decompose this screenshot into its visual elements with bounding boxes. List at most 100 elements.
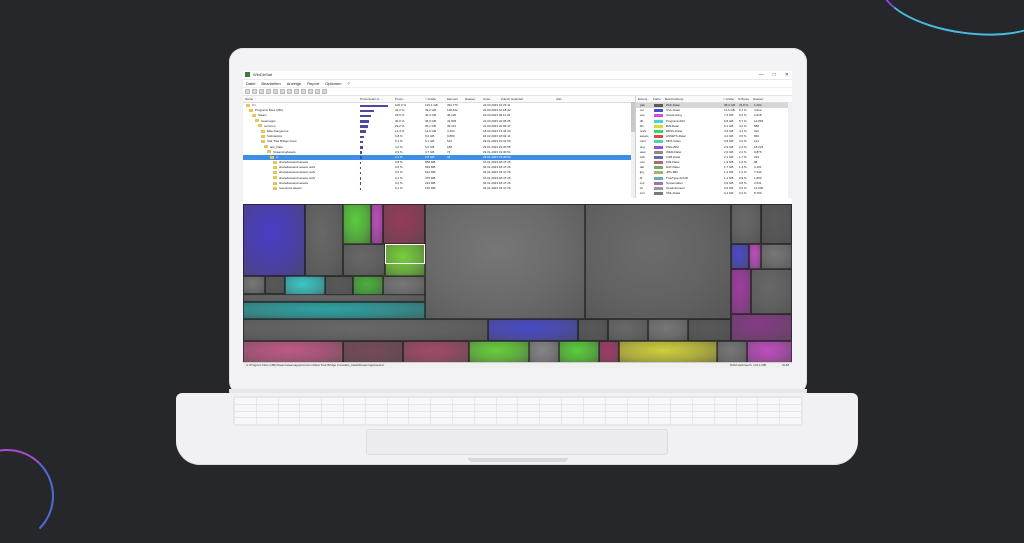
- close-button[interactable]: ✕: [785, 71, 789, 79]
- treemap-tile[interactable]: [343, 244, 385, 276]
- col-pct-bytes[interactable]: % Bytes: [736, 96, 751, 102]
- col-pct[interactable]: Proze...: [393, 96, 423, 102]
- treemap-tile[interactable]: [353, 276, 383, 296]
- treemap-tile[interactable]: [343, 204, 371, 244]
- treemap-tile[interactable]: [559, 341, 599, 364]
- col-modified[interactable]: Zuletzt Geändert: [499, 96, 554, 102]
- treemap-tile[interactable]: [747, 341, 792, 364]
- treemap-tile[interactable]: [243, 341, 343, 364]
- minimize-button[interactable]: —: [759, 71, 764, 79]
- ext-row[interactable]: .xml XML-Datei 0,4 GB 0,3 % 8.790: [636, 191, 792, 196]
- refresh-all-button[interactable]: [259, 89, 264, 94]
- menu-help[interactable]: ?: [347, 80, 349, 87]
- col-attributes[interactable]: Attri...: [554, 96, 574, 102]
- keyboard-key: [453, 404, 474, 411]
- copy-path-button[interactable]: [266, 89, 271, 94]
- treemap-tile[interactable]: [243, 294, 425, 302]
- laptop-trackpad: [366, 429, 668, 455]
- folder-icon: [264, 145, 268, 149]
- open-drive-button[interactable]: [245, 89, 250, 94]
- col-color[interactable]: Farbe: [651, 96, 663, 102]
- menu-anzeige[interactable]: Anzeige: [287, 80, 301, 87]
- zoom-out-button[interactable]: [315, 89, 320, 94]
- treemap-tile[interactable]: [305, 204, 343, 276]
- treemap-tile[interactable]: [343, 341, 403, 364]
- properties-button[interactable]: [301, 89, 306, 94]
- treemap-tile[interactable]: [751, 269, 792, 314]
- keyboard-key: [387, 411, 409, 418]
- folder-icon: [255, 119, 259, 123]
- treemap-tile[interactable]: [529, 341, 559, 364]
- treemap-tile[interactable]: [403, 341, 469, 364]
- treemap-tile[interactable]: [585, 204, 731, 319]
- treemap-tile[interactable]: [285, 276, 325, 296]
- treemap-tile[interactable]: [243, 276, 265, 294]
- folder-icon: [273, 186, 277, 190]
- treemap-tile[interactable]: [731, 314, 792, 341]
- keyboard-key: [562, 398, 583, 404]
- treemap-tile[interactable]: [469, 341, 529, 364]
- menu-report[interactable]: Report: [307, 80, 319, 87]
- treemap-tile[interactable]: [265, 276, 285, 294]
- menu-datei[interactable]: Datei: [246, 80, 255, 87]
- explorer-button[interactable]: [273, 89, 278, 94]
- col-name[interactable]: Name: [243, 96, 358, 102]
- treemap-tile[interactable]: [761, 244, 792, 269]
- ext-row-description: XML-Datei: [666, 191, 681, 196]
- statusbar: C:\Program Files (x86)\Steam\steamapps\c…: [243, 362, 792, 368]
- treemap-tile[interactable]: [425, 204, 585, 319]
- status-ram: RAM-Verbrauch: 142,1 MB: [730, 363, 766, 367]
- col-extension[interactable]: Extens...: [636, 96, 651, 102]
- menu-bearbeiten[interactable]: Bearbeiten: [261, 80, 280, 87]
- treemap-tile[interactable]: [619, 341, 717, 364]
- treemap-tile[interactable]: [371, 204, 383, 244]
- col-bytes[interactable]: > Größe: [721, 96, 736, 102]
- treemap-tile[interactable]: [717, 341, 747, 364]
- treemap-tile[interactable]: [688, 319, 731, 341]
- refresh-button[interactable]: [252, 89, 257, 94]
- col-ext-files[interactable]: Dateien: [751, 96, 771, 102]
- treemap-selection-highlight: [385, 244, 425, 264]
- recycle-button[interactable]: [287, 89, 292, 94]
- maximize-button[interactable]: □: [773, 71, 776, 79]
- cmd-button[interactable]: [280, 89, 285, 94]
- treemap-tile[interactable]: [243, 204, 305, 276]
- treemap-tile[interactable]: [599, 341, 619, 364]
- ext-scrollbar[interactable]: [788, 102, 792, 198]
- treemap-tile[interactable]: [761, 204, 792, 244]
- tree-scroll-thumb[interactable]: [631, 102, 635, 132]
- treemap-tile[interactable]: [749, 244, 761, 269]
- treemap-tile[interactable]: [731, 269, 751, 314]
- treemap-tile[interactable]: [488, 319, 578, 341]
- col-files[interactable]: Dateien: [463, 96, 481, 102]
- treemap-tile[interactable]: [325, 276, 353, 296]
- treemap-tile[interactable]: [243, 302, 425, 319]
- col-pct-bar[interactable]: Prozentsatz (z. ...: [358, 96, 393, 102]
- treemap-tile[interactable]: [648, 319, 688, 341]
- tree-row[interactable]: resources.assets 0,1 % 152 MB 04.01.2023 18…: [243, 186, 635, 191]
- treemap-tile[interactable]: [578, 319, 608, 341]
- keyboard-key: [562, 404, 583, 411]
- keyboard-key: [540, 398, 562, 404]
- col-items[interactable]: Element: [445, 96, 463, 102]
- directory-tree[interactable]: Name Prozentsatz (z. ... Proze... > Größ…: [243, 96, 636, 198]
- extension-list[interactable]: Extens... Farbe Beschreibung > Größe % B…: [636, 96, 792, 198]
- treemap-tile[interactable]: [731, 244, 749, 269]
- percentage-bar: [360, 182, 361, 185]
- treemap-tile[interactable]: [383, 276, 425, 296]
- help-button[interactable]: [322, 89, 327, 94]
- col-size[interactable]: > Größe: [423, 96, 445, 102]
- col-subdirs[interactable]: Unter...: [481, 96, 499, 102]
- keyboard-key: [518, 404, 540, 411]
- treemap-tile[interactable]: [243, 319, 488, 341]
- delete-button[interactable]: [294, 89, 299, 94]
- treemap-tile[interactable]: [608, 319, 648, 341]
- zoom-in-button[interactable]: [308, 89, 313, 94]
- ext-header: Extens... Farbe Beschreibung > Größe % B…: [636, 96, 792, 103]
- menu-optionen[interactable]: Optionen: [325, 80, 341, 87]
- treemap-tile[interactable]: [731, 204, 761, 244]
- col-description[interactable]: Beschreibung: [663, 96, 721, 102]
- treemap-tile[interactable]: [383, 204, 425, 244]
- folder-icon: [252, 114, 256, 118]
- treemap[interactable]: [243, 204, 792, 364]
